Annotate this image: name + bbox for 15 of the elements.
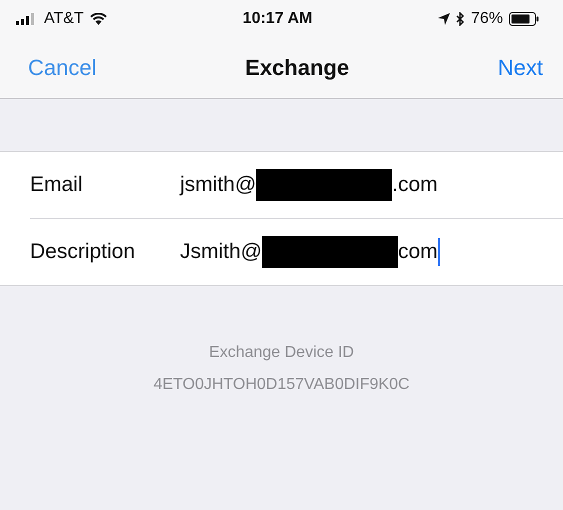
status-time: 10:17 AM: [242, 10, 312, 28]
field-label: Email: [30, 173, 84, 197]
screen-title: Exchange: [245, 55, 350, 81]
text-field[interactable]: Jsmith@ com: [180, 232, 440, 272]
text-field[interactable]: jsmith@ .com: [180, 165, 438, 205]
device-id: 4ETO0JHTOH0D157VAB0DIF9K0C: [153, 376, 410, 394]
wifi-icon: [90, 13, 107, 25]
location-arrow-icon: [438, 13, 450, 25]
section-caption: Exchange Device ID: [209, 344, 354, 362]
field-label: Description: [30, 240, 136, 264]
carrier-name: AT&T: [44, 10, 84, 28]
bluetooth-icon: [456, 12, 465, 26]
battery-percent: 76%: [470, 10, 503, 28]
battery-icon: [509, 12, 539, 26]
next-button[interactable]: Next: [498, 55, 543, 81]
